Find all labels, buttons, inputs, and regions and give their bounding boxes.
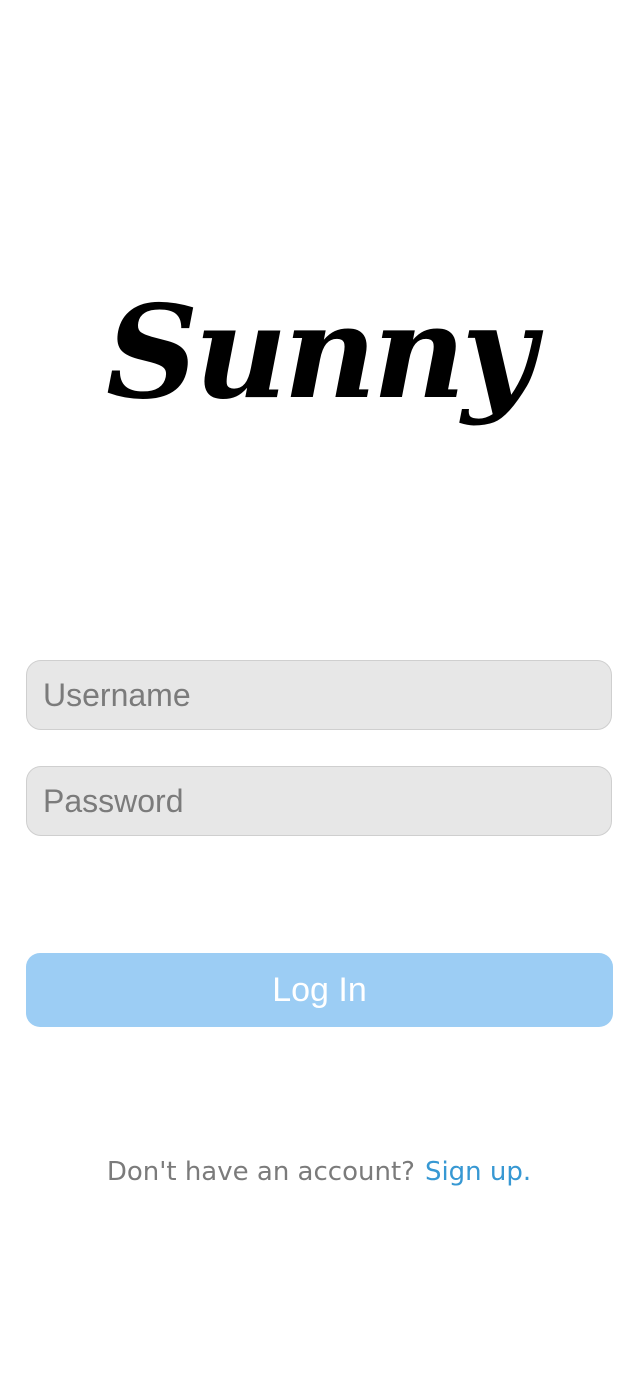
- password-input[interactable]: [26, 766, 612, 836]
- signup-link[interactable]: Sign up.: [425, 1157, 531, 1187]
- app-logo: Sunny: [0, 268, 638, 438]
- login-button[interactable]: Log In: [26, 953, 613, 1027]
- signup-prompt-row: Don't have an account? Sign up.: [0, 1152, 638, 1192]
- signup-prompt-text: Don't have an account?: [106, 1157, 415, 1187]
- username-input[interactable]: [26, 660, 612, 730]
- logo-wordmark: Sunny: [106, 278, 536, 428]
